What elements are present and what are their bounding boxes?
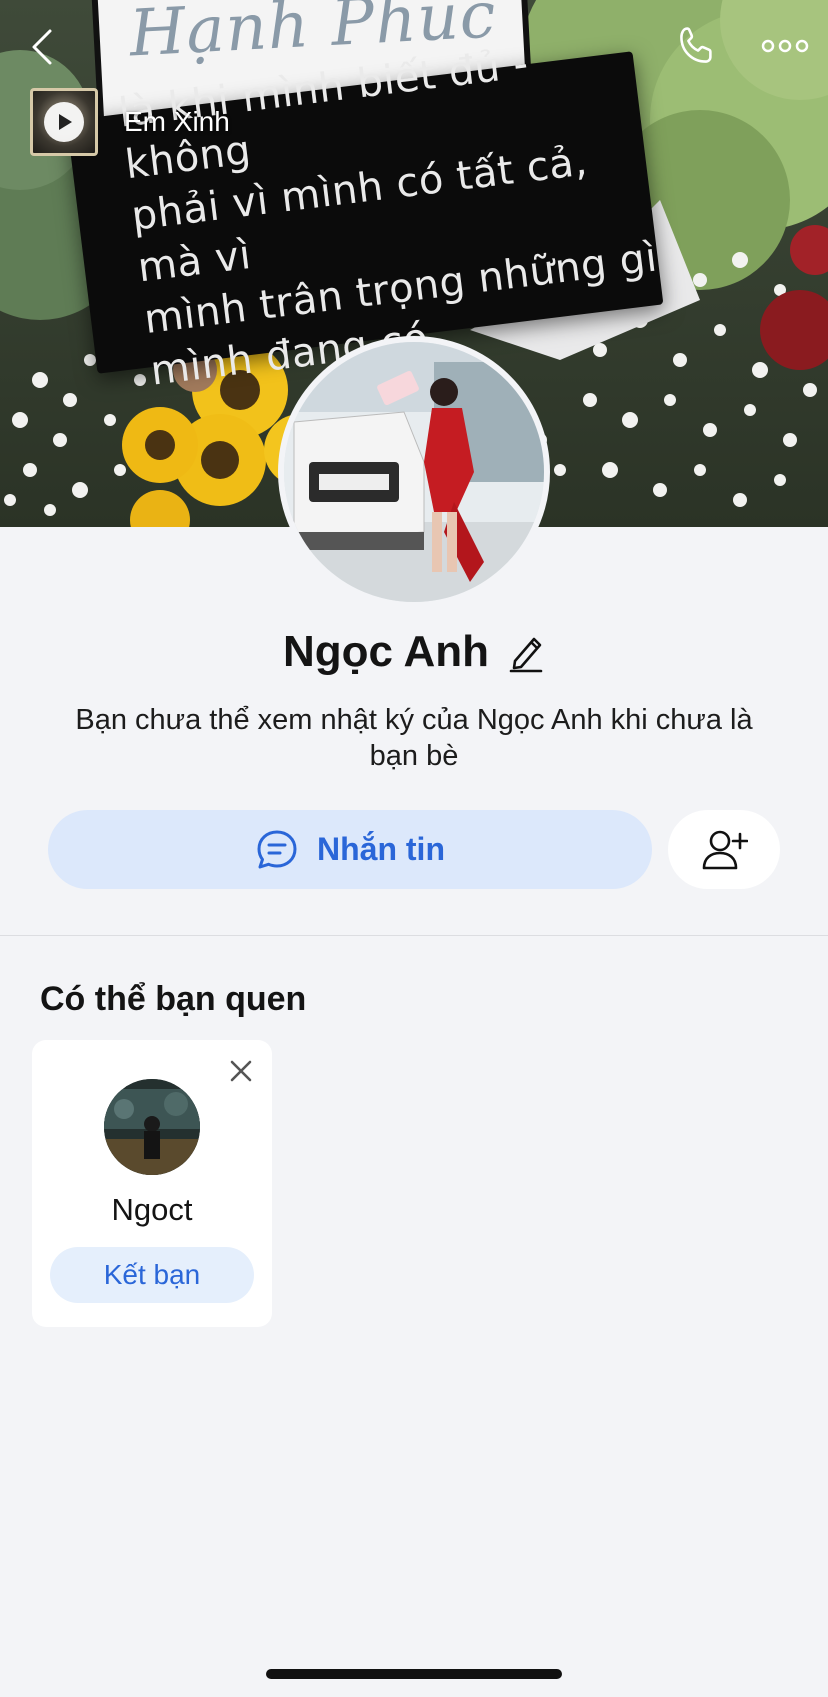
add-friend-suggestion-button[interactable]: Kết bạn [50,1247,254,1303]
section-divider [0,935,828,936]
profile-music[interactable]: Em Xinh [30,88,230,156]
close-icon[interactable] [226,1056,256,1086]
privacy-notice: Bạn chưa thể xem nhật ký của Ngọc Anh kh… [75,704,753,772]
avatar[interactable] [278,336,550,608]
more-dots-icon [761,39,809,53]
message-button-label: Nhắn tin [317,831,445,867]
add-user-icon [702,830,748,869]
suggestion-avatar-photo [104,1079,200,1175]
suggestion-avatar[interactable] [104,1079,200,1175]
call-button[interactable] [672,22,722,70]
suggestion-name: Ngoct [111,1192,193,1227]
profile-name: Ngọc Anh [282,627,490,676]
suggestion-card[interactable]: Ngoct Kết bạn [32,1040,272,1327]
chevron-left-icon [32,29,52,65]
phone-icon [680,27,712,63]
chat-bubble-icon [257,830,297,868]
back-button[interactable] [22,22,62,72]
more-button[interactable] [758,22,812,70]
message-button[interactable]: Nhắn tin [48,810,652,889]
home-indicator [266,1669,562,1679]
suggestions-title: Có thể bạn quen [40,980,307,1018]
profile-name-row: Ngọc Anh [0,622,828,682]
add-friend-button[interactable] [668,810,780,889]
avatar-photo [284,342,544,602]
music-title: Em Xinh [124,106,230,137]
music-thumbnail[interactable] [30,88,98,156]
edit-pencil-icon[interactable] [507,631,545,673]
play-button[interactable] [44,102,84,142]
play-icon [59,114,72,130]
